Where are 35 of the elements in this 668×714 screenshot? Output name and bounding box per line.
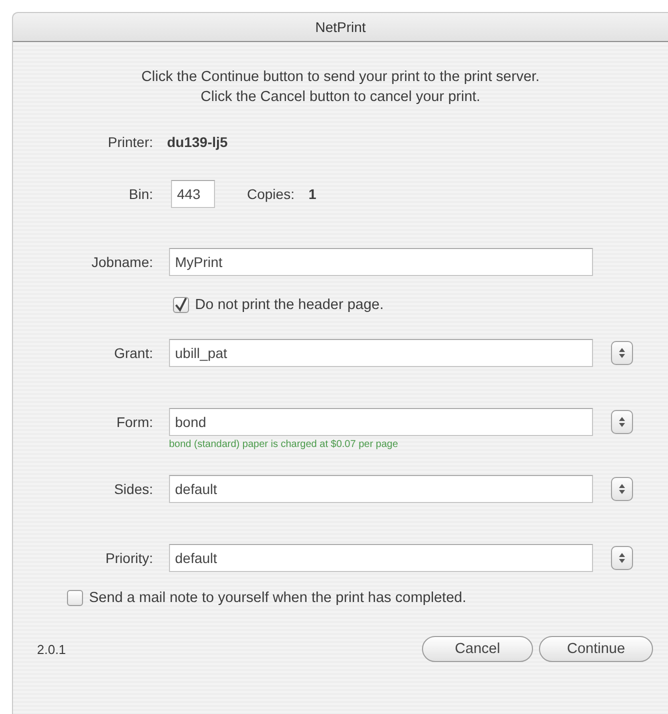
version-text: 2.0.1 bbox=[37, 642, 67, 656]
up-down-arrows-icon bbox=[618, 483, 626, 495]
combo-field[interactable]: default bbox=[169, 475, 593, 503]
jobname-label: Jobname: bbox=[90, 254, 153, 270]
copies-label: Copies: bbox=[247, 186, 294, 202]
printer-name: du139-lj5 bbox=[167, 134, 228, 150]
cancel-button[interactable]: Cancel bbox=[422, 636, 533, 662]
bin-label: Bin: bbox=[128, 186, 153, 202]
field-label: Sides: bbox=[113, 481, 153, 497]
stepper-button[interactable] bbox=[611, 546, 633, 570]
header-page-checkbox[interactable] bbox=[173, 297, 189, 313]
jobname-field[interactable]: MyPrint bbox=[169, 248, 593, 276]
up-down-arrows-icon bbox=[618, 552, 626, 564]
up-down-arrows-icon bbox=[618, 416, 626, 428]
stepper-button[interactable] bbox=[611, 341, 633, 365]
bin-field[interactable]: 443 bbox=[171, 180, 215, 208]
combo-field[interactable]: ubill_pat bbox=[169, 339, 593, 367]
price-note: bond (standard) paper is charged at $0.07 per page bbox=[169, 438, 400, 452]
up-down-arrows-icon bbox=[618, 347, 626, 359]
instruction-text: Click the Continue button to send your print to the print server. bbox=[141, 68, 540, 87]
window-title: NetPrint bbox=[315, 19, 366, 35]
printer-label: Printer: bbox=[106, 134, 153, 150]
stepper-button[interactable] bbox=[611, 410, 633, 434]
continue-button[interactable]: Continue bbox=[539, 636, 653, 662]
field-label: Form: bbox=[115, 414, 153, 430]
stepper-button[interactable] bbox=[611, 477, 633, 501]
combo-field[interactable]: bond bbox=[169, 408, 593, 436]
mail-note-checkbox[interactable] bbox=[67, 590, 83, 606]
combo-field[interactable]: default bbox=[169, 544, 593, 572]
checkbox-label: Send a mail note to yourself when the print has completed. bbox=[89, 590, 466, 606]
field-label: Priority: bbox=[104, 550, 153, 566]
checkbox-label: Do not print the header page. bbox=[195, 297, 384, 313]
field-label: Grant: bbox=[113, 345, 153, 361]
instruction-text: Click the Cancel button to cancel your print. bbox=[200, 88, 480, 107]
copies-value: 1 bbox=[308, 186, 316, 202]
